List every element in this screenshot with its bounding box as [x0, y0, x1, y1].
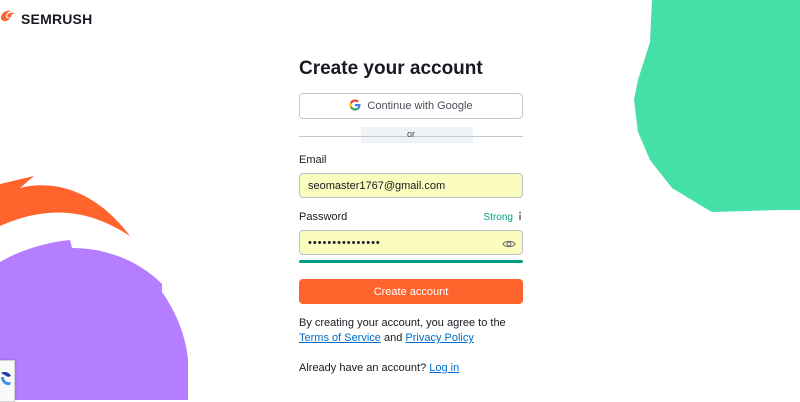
password-strength-bar — [299, 260, 523, 263]
email-field[interactable] — [299, 173, 523, 198]
recaptcha-icon — [0, 372, 12, 393]
brand-name: SEMRUSH — [21, 10, 93, 27]
password-strength-indicator: Strong — [484, 211, 523, 224]
privacy-policy-link[interactable]: Privacy Policy — [405, 332, 473, 344]
password-field[interactable] — [299, 230, 523, 255]
password-strength-value: Strong — [483, 212, 513, 223]
terms-prefix: By creating your account, you agree to t… — [299, 317, 506, 329]
terms-conjunction: and — [383, 332, 403, 344]
password-strength-fill — [299, 260, 523, 263]
login-prompt: Already have an account? Log in — [299, 362, 459, 374]
google-button-label: Continue with Google — [367, 100, 473, 112]
recaptcha-badge[interactable] — [0, 360, 15, 402]
log-in-link[interactable]: Log in — [429, 362, 459, 374]
password-label: Password — [299, 211, 348, 223]
continue-with-google-button[interactable]: Continue with Google — [299, 93, 523, 119]
email-label: Email — [299, 154, 327, 166]
signup-form: Create your account Continue with Google… — [299, 56, 523, 374]
eye-icon[interactable] — [502, 237, 516, 249]
orange-flame-shape — [0, 176, 130, 236]
login-prompt-text: Already have an account? — [299, 362, 427, 374]
semrush-logo[interactable]: SEMRUSH — [0, 9, 92, 28]
google-icon — [349, 99, 361, 114]
semrush-flame-icon — [0, 9, 18, 28]
purple-blob-shape — [0, 240, 188, 400]
page-title: Create your account — [299, 58, 483, 79]
create-account-button[interactable]: Create account — [299, 279, 523, 304]
info-icon[interactable] — [517, 211, 523, 224]
terms-of-service-link[interactable]: Terms of Service — [299, 332, 381, 344]
green-blob-shape — [634, 0, 800, 212]
terms-text: By creating your account, you agree to t… — [299, 316, 539, 346]
divider-or-text: or — [406, 129, 415, 139]
